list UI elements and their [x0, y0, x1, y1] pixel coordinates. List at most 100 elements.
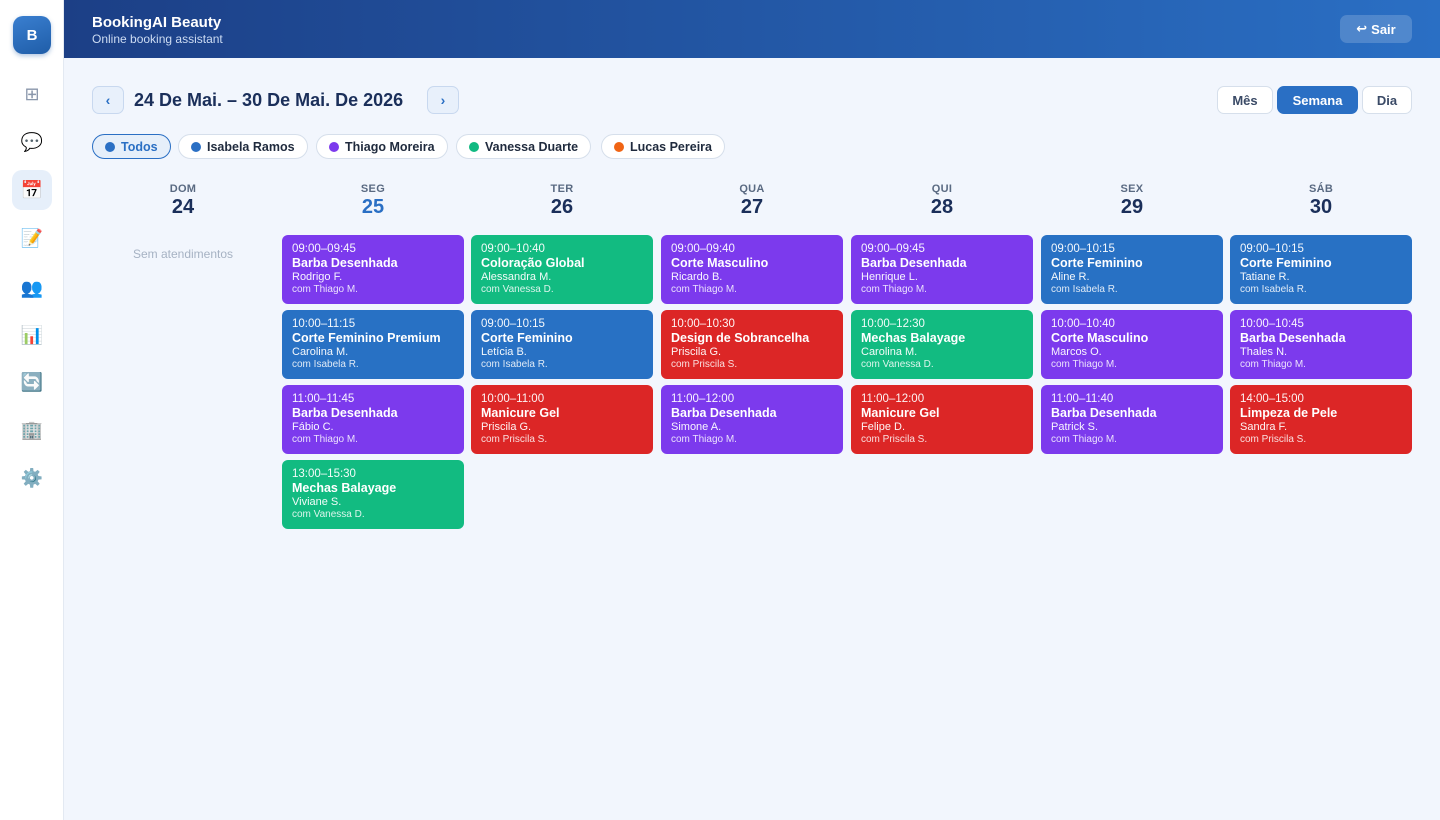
appointment-client: Ricardo B. [671, 271, 723, 283]
chart-icon[interactable]: 📊 [12, 315, 52, 355]
sync-icon[interactable]: 🔄 [12, 362, 52, 402]
filter-label: Lucas Pereira [630, 139, 712, 154]
chat-icon[interactable]: 💬 [12, 122, 52, 162]
appointment-card[interactable]: 09:00–09:40 Corte Masculino Ricardo B. com … [661, 235, 843, 304]
filter-chip-thiago[interactable]: Thiago Moreira [316, 134, 448, 159]
appointment-staff: com Thiago M. [292, 434, 358, 445]
building-icon[interactable]: 🏢 [12, 410, 52, 450]
day-number: 27 [740, 196, 764, 218]
appointment-staff: com Thiago M. [1240, 359, 1306, 370]
filter-dot [614, 141, 624, 152]
appointment-service: Corte Masculino [671, 256, 769, 270]
appointment-card[interactable]: 10:00–11:00 Manicure Gel Priscila G. com Pr… [471, 385, 653, 454]
app-logo[interactable]: B [13, 16, 51, 54]
view-day-button[interactable]: Dia [1362, 86, 1412, 114]
appointment-staff: com Isabela R. [481, 359, 548, 370]
app-header: BookingAI Beauty Online booking assistan… [64, 0, 1440, 58]
day-name: SÁB [1308, 183, 1334, 195]
appointment-card[interactable]: 11:00–11:45 Barba Desenhada Fábio C. com Th… [282, 385, 464, 454]
appointment-staff: com Thiago M. [671, 284, 737, 295]
appointment-staff: com Thiago M. [861, 284, 927, 295]
appointment-client: Felipe D. [861, 421, 906, 433]
filter-chip-lucas[interactable]: Lucas Pereira [601, 134, 725, 159]
appointment-card[interactable]: 14:00–15:00 Limpeza de Pele Sandra F. com P… [1230, 385, 1412, 454]
appointment-card[interactable]: 10:00–10:30 Design de Sobrancelha Priscila… [661, 310, 843, 379]
filter-dot [105, 141, 115, 152]
filter-dot [469, 141, 479, 152]
appointment-card[interactable]: 10:00–12:30 Mechas Balayage Carolina M. com… [851, 310, 1033, 379]
appointment-service: Corte Feminino [481, 331, 573, 345]
day-name: QUA [739, 183, 765, 195]
appointment-staff: com Priscila S. [671, 359, 738, 370]
day-name: DOM [169, 183, 197, 195]
day-header-ter: TER 26 [471, 183, 653, 219]
appointment-card[interactable]: 10:00–10:40 Corte Masculino Marcos O. com T… [1041, 310, 1223, 379]
sidebar: B ⊞ 💬 📅 📝 👥 📊 🔄 🏢 ⚙️ [0, 0, 64, 820]
appointment-card[interactable]: 09:00–10:40 Coloração Global Alessandra M.… [471, 235, 653, 304]
appointment-card[interactable]: 10:00–11:15 Corte Feminino Premium Carolin… [282, 310, 464, 379]
appointment-staff: com Thiago M. [671, 434, 737, 445]
appointment-time: 10:00–11:15 [292, 318, 356, 330]
appointment-client: Carolina M. [861, 346, 918, 358]
filter-chip-vanessa[interactable]: Vanessa Duarte [456, 134, 592, 159]
appointment-card[interactable]: 09:00–10:15 Corte Feminino Aline R. com Isa… [1041, 235, 1223, 304]
users-icon[interactable]: 👥 [12, 268, 52, 308]
appointment-service: Barba Desenhada [1051, 406, 1157, 420]
appointment-client: Priscila G. [481, 421, 532, 433]
appointment-card[interactable]: 09:00–10:15 Corte Feminino Letícia B. com I… [471, 310, 653, 379]
appointment-staff: com Priscila S. [1240, 434, 1307, 445]
appointment-time: 11:00–11:45 [292, 393, 355, 405]
appointment-staff: com Isabela R. [1051, 284, 1118, 295]
day-header-sex: SEX 29 [1041, 183, 1223, 219]
logout-button[interactable]: ↩ Sair [1340, 15, 1412, 43]
appointment-card[interactable]: 09:00–10:15 Corte Feminino Tatiane R. com I… [1230, 235, 1412, 304]
appointment-service: Coloração Global [481, 256, 585, 270]
day-name: QUI [931, 183, 953, 195]
day-name: TER [550, 183, 574, 195]
appointment-card[interactable]: 13:00–15:30 Mechas Balayage Viviane S. com … [282, 460, 464, 529]
calendar-icon[interactable]: 📅 [12, 170, 52, 210]
appointment-card[interactable]: 11:00–12:00 Barba Desenhada Simone A. com T… [661, 385, 843, 454]
day-name: SEG [360, 183, 386, 195]
grid-icon[interactable]: ⊞ [12, 74, 52, 114]
appointment-client: Simone A. [671, 421, 722, 433]
appointment-card[interactable]: 11:00–12:00 Manicure Gel Felipe D. com Pris… [851, 385, 1033, 454]
date-range-title: 24 De Mai. – 30 De Mai. De 2026 [134, 90, 404, 110]
appointment-time: 10:00–10:30 [671, 318, 735, 330]
appointment-time: 10:00–10:45 [1240, 318, 1304, 330]
appointment-service: Design de Sobrancelha [671, 331, 810, 345]
appointment-service: Mechas Balayage [861, 331, 966, 345]
appointment-staff: com Isabela R. [1240, 284, 1307, 295]
appointment-time: 10:00–10:40 [1051, 318, 1115, 330]
day-header-dom: DOM 24 [92, 183, 274, 219]
appointment-card[interactable]: 11:00–11:40 Barba Desenhada Patrick S. com … [1041, 385, 1223, 454]
prev-week-button[interactable]: ‹ [92, 86, 124, 114]
appointment-client: Marcos O. [1051, 346, 1102, 358]
appointment-time: 11:00–12:00 [671, 393, 735, 405]
notes-icon[interactable]: 📝 [12, 218, 52, 258]
filter-label: Vanessa Duarte [485, 139, 579, 154]
appointment-client: Carolina M. [292, 346, 349, 358]
day-header-sab: SÁB 30 [1230, 183, 1412, 219]
day-header-seg: SEG 25 [282, 183, 464, 219]
day-number: 24 [171, 196, 195, 218]
appointment-time: 09:00–10:15 [1051, 243, 1115, 255]
appointment-service: Barba Desenhada [292, 256, 398, 270]
appointment-time: 11:00–12:00 [861, 393, 925, 405]
view-week-button[interactable]: Semana [1277, 86, 1358, 114]
appointment-time: 10:00–11:00 [481, 393, 545, 405]
appointment-card[interactable]: 09:00–09:45 Barba Desenhada Rodrigo F. com … [282, 235, 464, 304]
filter-chip-todos[interactable]: Todos [92, 134, 171, 159]
filter-label: Thiago Moreira [345, 139, 435, 154]
appointment-staff: com Vanessa D. [481, 284, 554, 295]
appointment-card[interactable]: 09:00–09:45 Barba Desenhada Henrique L. com… [851, 235, 1033, 304]
view-month-button[interactable]: Mês [1217, 86, 1273, 114]
next-week-button[interactable]: › [427, 86, 459, 114]
logout-label: Sair [1371, 21, 1396, 37]
appointment-card[interactable]: 10:00–10:45 Barba Desenhada Thales N. com T… [1230, 310, 1412, 379]
appointment-staff: com Thiago M. [292, 284, 358, 295]
appointment-service: Manicure Gel [481, 406, 560, 420]
appointment-service: Barba Desenhada [292, 406, 398, 420]
filter-chip-isabela[interactable]: Isabela Ramos [178, 134, 308, 159]
settings-icon[interactable]: ⚙️ [12, 458, 52, 498]
